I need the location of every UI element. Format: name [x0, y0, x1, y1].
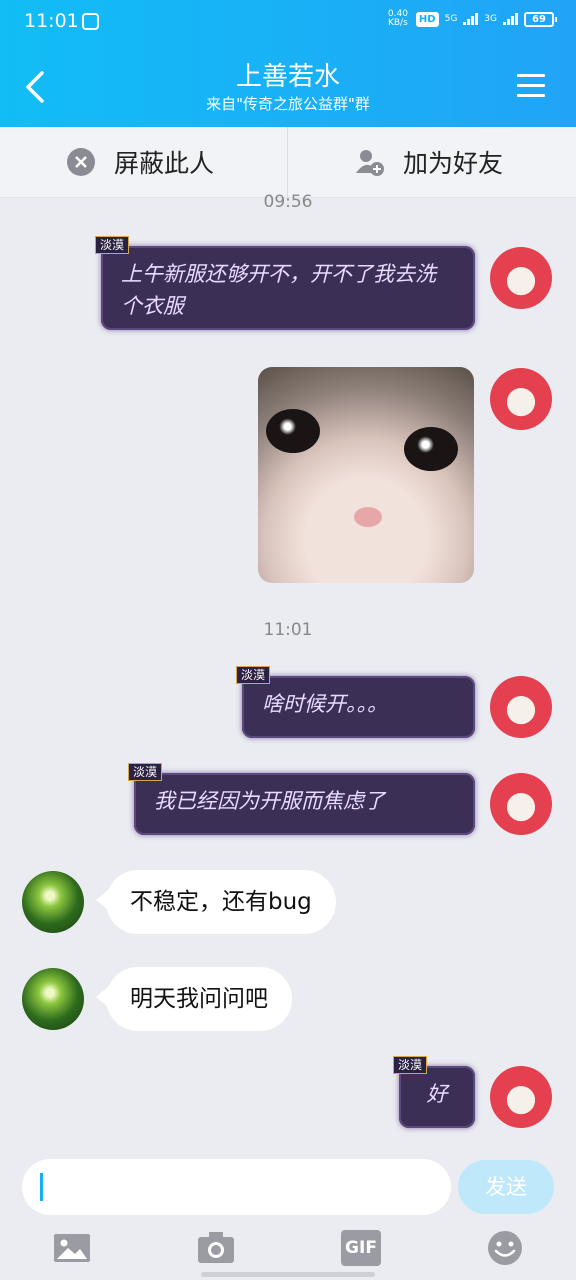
- avatar[interactable]: [490, 247, 552, 309]
- chat-title: 上善若水: [235, 62, 340, 92]
- add-friend-button[interactable]: 加为好友: [355, 127, 503, 197]
- block-user-button[interactable]: 屏蔽此人: [66, 127, 214, 197]
- eye-shape: [266, 409, 320, 453]
- avatar[interactable]: [490, 368, 552, 430]
- chat-title-area: 上善若水 来自"传奇之旅公益群"群: [0, 60, 576, 114]
- block-icon: [67, 148, 95, 176]
- add-friend-label: 加为好友: [403, 149, 504, 178]
- network-type-label: 3G: [484, 13, 497, 24]
- signal-3g: 3G: [484, 13, 497, 24]
- avatar[interactable]: [22, 968, 84, 1030]
- signal-bars-icon: [503, 13, 518, 25]
- message-bubble-outgoing[interactable]: 淡漠 好: [393, 1056, 475, 1128]
- message-bubble-outgoing[interactable]: 淡漠 啥时候开。。。: [236, 666, 475, 738]
- eye-shape: [404, 427, 458, 471]
- gif-icon[interactable]: GIF: [341, 1230, 381, 1266]
- send-button[interactable]: 发送: [458, 1160, 554, 1214]
- battery-icon: 69: [524, 11, 557, 27]
- message-text: 明天我问问吧: [130, 986, 268, 1012]
- emoji-icon[interactable]: [485, 1230, 525, 1266]
- network-speed: 0.40 KB/s: [388, 10, 408, 28]
- timestamp: 11:01: [263, 620, 313, 640]
- camera-icon[interactable]: [196, 1230, 236, 1266]
- network-speed-unit: KB/s: [387, 18, 408, 28]
- home-indicator: [201, 1272, 375, 1277]
- divider: [287, 127, 288, 197]
- timestamp: 09:56: [263, 192, 313, 212]
- status-indicators: 0.40 KB/s HD 5G 3G 69: [388, 10, 557, 28]
- hamburger-icon[interactable]: [517, 74, 545, 98]
- message-bubble-outgoing[interactable]: 淡漠 上午新服还够开不，开不了我去洗个衣服: [95, 236, 475, 330]
- avatar[interactable]: [490, 676, 552, 738]
- message-input[interactable]: [22, 1159, 451, 1215]
- signal-5g: 5G: [444, 13, 458, 24]
- user-title-tag: 淡漠: [95, 236, 130, 254]
- avatar[interactable]: [490, 773, 552, 835]
- avatar[interactable]: [490, 1066, 552, 1128]
- avatar[interactable]: [22, 871, 84, 933]
- message-bubble-incoming[interactable]: 明天我问问吧: [96, 967, 292, 1031]
- user-title-tag: 淡漠: [393, 1056, 428, 1074]
- status-time: 11:01: [24, 10, 79, 32]
- network-type-label: 5G: [444, 13, 458, 24]
- nose-shape: [354, 507, 382, 527]
- input-bar: 发送 GIF: [0, 1150, 576, 1280]
- status-bar: 11:01 0.40 KB/s HD 5G 3G 69: [0, 0, 576, 45]
- battery-level: 69: [532, 13, 546, 25]
- message-bubble-incoming[interactable]: 不稳定，还有bug: [96, 870, 336, 934]
- block-user-label: 屏蔽此人: [114, 149, 215, 178]
- message-bubble-outgoing[interactable]: 淡漠 我已经因为开服而焦虑了: [128, 763, 475, 835]
- cat-sticker-image[interactable]: [258, 367, 474, 583]
- message-text: 我已经因为开服而焦虑了: [154, 789, 385, 813]
- chat-subtitle: 来自"传奇之旅公益群"群: [206, 95, 370, 113]
- header: 11:01 0.40 KB/s HD 5G 3G 69 上善若水 来自"传奇之旅…: [0, 0, 576, 127]
- user-title-tag: 淡漠: [128, 763, 163, 781]
- text-caret: [40, 1173, 43, 1201]
- signal-bars-icon: [463, 13, 479, 25]
- chat-screen: 11:01 0.40 KB/s HD 5G 3G 69 上善若水 来自"传奇之旅…: [0, 0, 576, 1280]
- message-text: 上午新服还够开不，开不了我去洗个衣服: [121, 262, 436, 318]
- user-title-tag: 淡漠: [236, 666, 271, 684]
- message-text: 啥时候开。。。: [262, 692, 388, 716]
- message-text: 不稳定，还有bug: [130, 889, 312, 915]
- add-friend-icon: [356, 150, 384, 176]
- message-text: 好: [426, 1082, 448, 1106]
- action-bar: 屏蔽此人 加为好友: [0, 127, 576, 198]
- app-notification-icon: [82, 13, 99, 30]
- hd-icon: HD: [415, 11, 439, 27]
- image-icon[interactable]: [52, 1230, 92, 1266]
